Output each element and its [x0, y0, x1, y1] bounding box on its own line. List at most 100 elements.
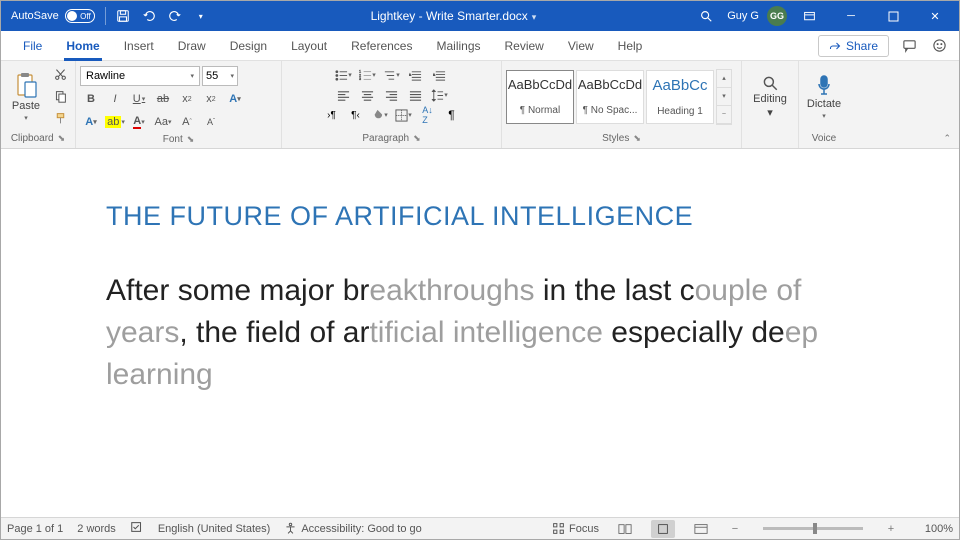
spellcheck-icon[interactable] [130, 520, 144, 537]
tab-references[interactable]: References [339, 31, 424, 61]
group-clipboard: Paste ▾ Clipboard⬊ [1, 61, 76, 148]
justify-button[interactable] [405, 86, 427, 104]
style-normal[interactable]: AaBbCcDd¶ Normal [506, 70, 574, 124]
align-center-button[interactable] [357, 86, 379, 104]
styles-down-icon[interactable]: ▾ [717, 88, 731, 106]
font-color-button[interactable]: A▾ [128, 112, 150, 132]
tab-review[interactable]: Review [493, 31, 556, 61]
zoom-level[interactable]: 100% [913, 523, 953, 535]
styles-gallery[interactable]: AaBbCcDd¶ Normal AaBbCcDd¶ No Spac... Aa… [506, 69, 732, 125]
close-button[interactable]: ✕ [915, 1, 955, 31]
style-heading1[interactable]: AaBbCcHeading 1 [646, 70, 714, 124]
numbering-button[interactable]: 123▾ [357, 66, 379, 84]
highlight-button[interactable]: ab▾ [104, 112, 126, 132]
show-marks-button[interactable]: ¶ [441, 106, 463, 124]
strikethrough-button[interactable]: ab [152, 89, 174, 109]
svg-text:3: 3 [359, 77, 361, 81]
autosave-toggle[interactable]: AutoSave Off [5, 9, 101, 23]
feedback-icon[interactable] [927, 34, 951, 58]
align-right-button[interactable] [381, 86, 403, 104]
document-title: Lightkey - Write Smarter.docx▾ [214, 9, 694, 23]
format-painter-icon[interactable] [49, 109, 71, 129]
search-icon[interactable] [693, 3, 719, 29]
font-launcher-icon[interactable]: ⬊ [187, 134, 195, 145]
toggle-switch[interactable]: Off [65, 9, 95, 23]
word-count[interactable]: 2 words [77, 523, 116, 535]
multilevel-button[interactable]: ▾ [381, 66, 403, 84]
paste-button[interactable]: Paste ▾ [5, 65, 47, 129]
group-font: Rawline▾ 55▾ B I U▾ ab x2 x2 A▾ A▾ ab▾ A… [76, 61, 282, 148]
accessibility-indicator[interactable]: Accessibility: Good to go [284, 522, 421, 535]
paragraph-launcher-icon[interactable]: ⬊ [413, 133, 421, 144]
grow-font-button[interactable]: Aˆ [176, 112, 198, 132]
sort-button[interactable]: A↓Z [417, 106, 439, 124]
subscript-button[interactable]: x2 [176, 89, 198, 109]
font-size-combo[interactable]: 55▾ [202, 66, 238, 86]
status-bar: Page 1 of 1 2 words English (United Stat… [1, 517, 959, 539]
qat-dropdown-icon[interactable]: ▾ [188, 3, 214, 29]
zoom-in-button[interactable]: + [883, 523, 899, 535]
collapse-ribbon-icon[interactable]: ⌃ [943, 133, 951, 144]
tab-layout[interactable]: Layout [279, 31, 339, 61]
ltr-button[interactable]: ›¶ [321, 106, 343, 124]
tab-draw[interactable]: Draw [166, 31, 218, 61]
ribbon-display-icon[interactable] [789, 1, 829, 31]
line-spacing-button[interactable]: ▾ [429, 86, 451, 104]
bullets-button[interactable]: ▾ [333, 66, 355, 84]
read-mode-icon[interactable] [613, 520, 637, 538]
comments-icon[interactable] [897, 34, 921, 58]
tab-view[interactable]: View [556, 31, 606, 61]
redo-icon[interactable] [162, 3, 188, 29]
maximize-button[interactable] [873, 1, 913, 31]
copy-icon[interactable] [49, 87, 71, 107]
document-area[interactable]: THE FUTURE OF ARTIFICIAL INTELLIGENCE Af… [1, 149, 959, 517]
dictate-button[interactable]: Dictate ▾ [803, 65, 845, 129]
doc-body[interactable]: After some major breakthroughs in the la… [106, 270, 854, 396]
styles-more-icon[interactable]: ⎯ [717, 106, 731, 124]
tab-mailings[interactable]: Mailings [424, 31, 492, 61]
borders-button[interactable]: ▾ [393, 106, 415, 124]
undo-icon[interactable] [136, 3, 162, 29]
zoom-slider[interactable] [763, 527, 863, 530]
style-nospacing[interactable]: AaBbCcDd¶ No Spac... [576, 70, 644, 124]
minimize-button[interactable]: ─ [831, 1, 871, 31]
italic-button[interactable]: I [104, 89, 126, 109]
user-name[interactable]: Guy G [721, 10, 765, 22]
page-indicator[interactable]: Page 1 of 1 [7, 523, 63, 535]
increase-indent-button[interactable] [429, 66, 451, 84]
styles-launcher-icon[interactable]: ⬊ [633, 133, 641, 144]
user-avatar[interactable]: GG [767, 6, 787, 26]
save-icon[interactable] [110, 3, 136, 29]
print-layout-icon[interactable] [651, 520, 675, 538]
zoom-out-button[interactable]: − [727, 523, 743, 535]
shading-button[interactable]: ▾ [369, 106, 391, 124]
superscript-button[interactable]: x2 [200, 89, 222, 109]
ribbon: Paste ▾ Clipboard⬊ Rawline▾ 55▾ B I U▾ a… [1, 61, 959, 149]
tab-help[interactable]: Help [606, 31, 655, 61]
align-left-button[interactable] [333, 86, 355, 104]
shrink-font-button[interactable]: Aˇ [200, 112, 222, 132]
clipboard-launcher-icon[interactable]: ⬊ [58, 133, 66, 144]
font-name-combo[interactable]: Rawline▾ [80, 66, 200, 86]
text-effects-button[interactable]: A▾ [224, 89, 246, 109]
language-indicator[interactable]: English (United States) [158, 523, 271, 535]
tab-file[interactable]: File [11, 31, 54, 61]
bold-button[interactable]: B [80, 89, 102, 109]
decrease-indent-button[interactable] [405, 66, 427, 84]
editing-button[interactable]: Editing ▾ [746, 65, 794, 129]
tab-design[interactable]: Design [218, 31, 279, 61]
tab-insert[interactable]: Insert [112, 31, 166, 61]
rtl-button[interactable]: ¶‹ [345, 106, 367, 124]
tab-home[interactable]: Home [54, 31, 111, 61]
underline-button[interactable]: U▾ [128, 89, 150, 109]
styles-up-icon[interactable]: ▴ [717, 70, 731, 88]
group-paragraph: ▾ 123▾ ▾ ▾ ›¶ ¶‹ ▾ ▾ A↓Z ¶ Par [282, 61, 502, 148]
group-voice: Dictate ▾ Voice [799, 61, 849, 148]
share-button[interactable]: Share [818, 35, 889, 57]
cut-icon[interactable] [49, 65, 71, 85]
title-bar: AutoSave Off ▾ Lightkey - Write Smarter.… [1, 1, 959, 31]
web-layout-icon[interactable] [689, 520, 713, 538]
font-color2-button[interactable]: A▾ [80, 112, 102, 132]
focus-button[interactable]: Focus [552, 522, 599, 535]
change-case-button[interactable]: Aa▾ [152, 112, 174, 132]
